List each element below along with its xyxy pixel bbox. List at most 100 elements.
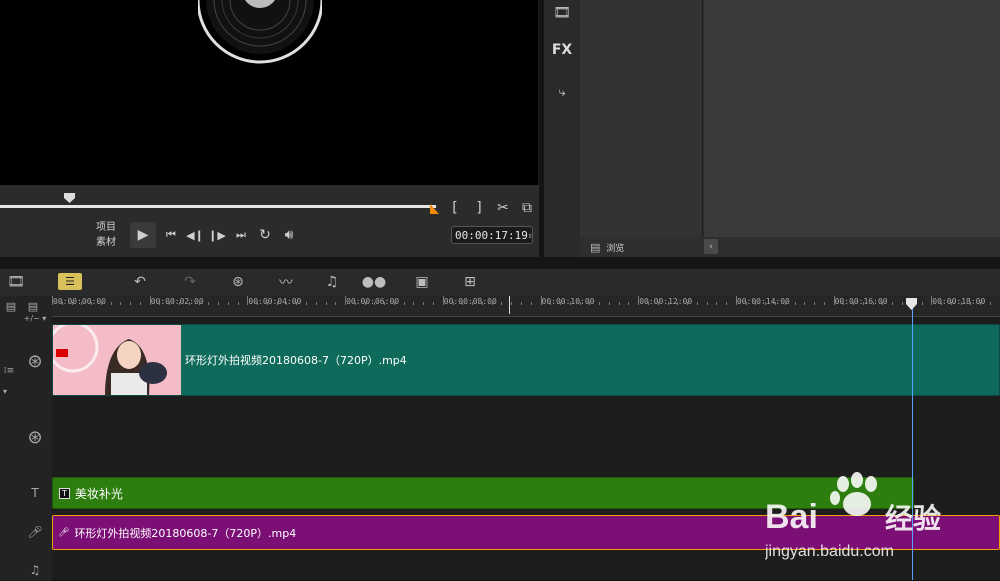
- mode-project-label[interactable]: 项目: [96, 220, 116, 235]
- ruler-minor-tick: [130, 302, 131, 305]
- auto-music-icon[interactable]: ♫: [320, 272, 344, 292]
- voice-clip-name: 环形灯外拍视频20180608-7（720P）.mp4: [74, 525, 296, 541]
- play-button[interactable]: ▶: [130, 222, 156, 248]
- ruler-minor-tick: [404, 302, 405, 305]
- playhead-marker[interactable]: [906, 298, 917, 310]
- ruler-minor-tick: [501, 302, 502, 305]
- ruler-minor-tick: [609, 302, 610, 305]
- ruler-minor-tick: [453, 302, 454, 305]
- track-expand-icon[interactable]: ▾: [0, 386, 10, 396]
- ruler-minor-tick: [873, 302, 874, 305]
- trim-end-marker[interactable]: [430, 204, 439, 214]
- ruler-minor-tick: [111, 302, 112, 305]
- video-clip-name: 环形灯外拍视频20180608-7（720P）.mp4: [185, 352, 407, 368]
- ruler-minor-tick: [189, 302, 190, 305]
- ruler-minor-tick: [355, 302, 356, 305]
- ruler-minor-tick: [384, 302, 385, 305]
- ruler-minor-tick: [462, 302, 463, 305]
- timeline-view-icon[interactable]: ☰: [58, 273, 82, 290]
- scrub-bar[interactable]: [0, 205, 436, 208]
- ruler-minor-tick: [814, 302, 815, 305]
- mark-in-button[interactable]: [: [448, 198, 462, 218]
- timecode-value[interactable]: 00:00:17:19: [455, 229, 528, 242]
- ruler-minor-tick: [140, 302, 141, 305]
- overlay-track-icon[interactable]: ⊛: [24, 426, 46, 448]
- scrubber-handle[interactable]: [64, 193, 75, 203]
- record-capture-icon[interactable]: ⊛: [226, 272, 250, 292]
- timecode-field[interactable]: 00:00:17:19⇕: [451, 226, 533, 244]
- repeat-icon[interactable]: ↻: [256, 226, 274, 244]
- ruler-minor-tick: [863, 302, 864, 305]
- watermark-brand: Bai: [765, 498, 818, 536]
- ruler-minor-tick: [980, 302, 981, 305]
- horizontal-splitter[interactable]: [0, 257, 1000, 269]
- overlay-track: [52, 399, 1000, 475]
- ruler-minor-tick: [843, 302, 844, 305]
- ruler-minor-tick: [951, 302, 952, 305]
- volume-icon[interactable]: 🔊︎: [279, 226, 299, 244]
- ruler-minor-tick: [804, 302, 805, 305]
- ruler-minor-tick: [277, 302, 278, 305]
- transition-path-icon[interactable]: ⤷: [549, 82, 575, 102]
- speaker-preview-image: [198, 0, 322, 76]
- ruler-minor-tick: [687, 302, 688, 305]
- music-track-icon[interactable]: ♫: [26, 562, 44, 578]
- ruler-minor-tick: [296, 302, 297, 305]
- subtitle-editor-icon[interactable]: ▣: [410, 272, 434, 292]
- multi-camera-icon[interactable]: ⊞: [458, 272, 482, 292]
- chapter-point-icon[interactable]: ▤: [24, 299, 42, 313]
- ruler-minor-tick: [91, 302, 92, 305]
- enlarge-icon[interactable]: ⧉: [518, 198, 536, 218]
- video-track-icon[interactable]: ⊛: [24, 350, 46, 372]
- timecode-stepper-icon[interactable]: ⇕: [528, 231, 533, 240]
- ruler-minor-tick: [179, 302, 180, 305]
- home-icon[interactable]: ⏮: [162, 226, 180, 244]
- split-clip-icon[interactable]: ✂: [494, 198, 512, 218]
- ruler-minor-tick: [589, 302, 590, 305]
- ruler-minor-tick: [560, 302, 561, 305]
- browse-button[interactable]: ▤ 浏览: [590, 238, 624, 256]
- ruler-minor-tick: [785, 302, 786, 305]
- end-icon[interactable]: ⏭: [232, 226, 250, 244]
- ruler-minor-tick: [648, 302, 649, 305]
- timeline-ruler[interactable]: 00:00:00:0000:00:02:0000:00:04:0000:00:0…: [52, 296, 1000, 317]
- video-clip-thumbnail: [53, 325, 181, 395]
- mode-clip-label[interactable]: 素材: [96, 235, 116, 250]
- ruler-minor-tick: [668, 302, 669, 305]
- ruler-minor-tick: [120, 302, 121, 305]
- track-manager-icon[interactable]: ▤: [2, 299, 20, 313]
- ruler-minor-tick: [882, 302, 883, 305]
- ruler-minor-tick: [81, 302, 82, 305]
- previous-frame-icon[interactable]: ◀❙: [186, 226, 204, 244]
- ruler-minor-tick: [521, 302, 522, 305]
- mode-switch[interactable]: 项目 素材: [96, 220, 116, 250]
- ruler-minor-tick: [365, 302, 366, 305]
- track-options-icon[interactable]: ⁞≡: [2, 364, 16, 378]
- ruler-minor-tick: [902, 302, 903, 305]
- mark-out-button[interactable]: ]: [472, 198, 486, 218]
- ruler-minor-tick: [677, 302, 678, 305]
- redo-icon[interactable]: ↷: [178, 272, 202, 292]
- ruler-minor-tick: [570, 302, 571, 305]
- media-icon[interactable]: 🎞︎: [549, 4, 575, 22]
- audio-mixer-icon[interactable]: 〰: [274, 272, 298, 292]
- title-clip-name: 美妆补光: [75, 485, 123, 502]
- video-clip[interactable]: 环形灯外拍视频20180608-7（720P）.mp4: [52, 324, 1000, 396]
- undo-icon[interactable]: ↶: [128, 272, 152, 292]
- ruler-minor-tick: [218, 302, 219, 305]
- title-track-icon[interactable]: T: [26, 485, 44, 501]
- ruler-minor-tick: [257, 302, 258, 305]
- ruler-minor-tick: [726, 302, 727, 305]
- fx-tab[interactable]: FX: [548, 42, 576, 62]
- voice-track-icon[interactable]: 🎤︎: [26, 524, 44, 540]
- next-frame-icon[interactable]: ❙▶: [208, 226, 226, 244]
- library-footer: [580, 237, 1000, 257]
- ruler-minor-tick: [599, 302, 600, 305]
- ruler-minor-tick: [746, 302, 747, 305]
- collapse-panel-button[interactable]: ‹: [704, 239, 718, 254]
- ruler-minor-tick: [824, 302, 825, 305]
- zoom-control[interactable]: +/− ▾: [20, 313, 50, 323]
- storyboard-view-icon[interactable]: 🎞︎: [4, 272, 28, 292]
- motion-tracking-icon[interactable]: ●●: [362, 272, 386, 292]
- voice-clip-mic-icon: 🎤︎: [58, 528, 69, 538]
